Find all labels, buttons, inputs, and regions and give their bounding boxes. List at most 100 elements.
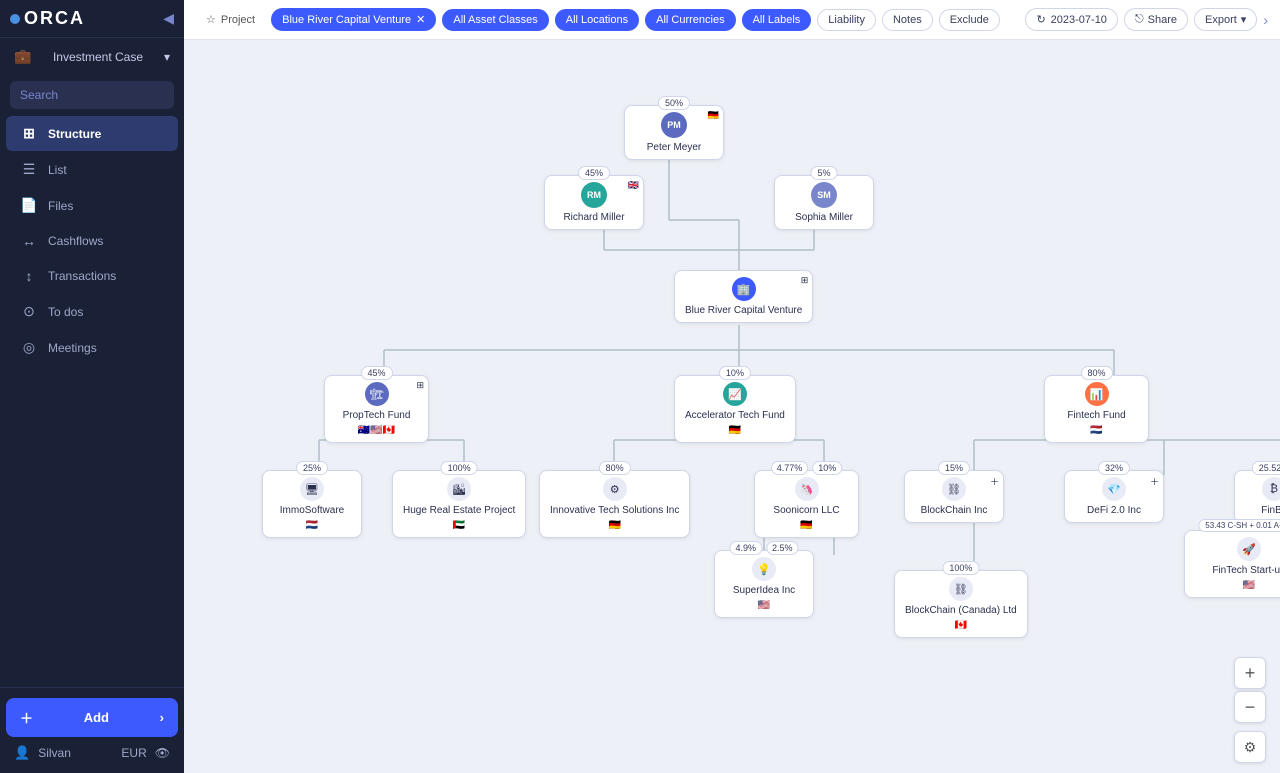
node-finbit[interactable]: 25.52% ₿ FinBit [1234, 470, 1280, 523]
fintech-flags: 🇳🇱 [1090, 425, 1102, 436]
filter-locations[interactable]: All Locations [555, 9, 639, 31]
share-button[interactable]: ⎋ Share [1124, 8, 1188, 31]
collapse-right-button[interactable]: › [1263, 12, 1268, 28]
node-accelerator[interactable]: 10% 📈 Accelerator Tech Fund 🇩🇪 [674, 375, 796, 443]
node-huge-real[interactable]: 100% 🏙 Huge Real Estate Project 🇦🇪 [392, 470, 526, 538]
filter-labels[interactable]: All Labels [742, 9, 812, 31]
innovative-flags: 🇩🇪 [608, 520, 620, 531]
label-huge-real: Huge Real Estate Project [403, 505, 515, 516]
fintech-startup-icon: 🚀 [1237, 537, 1261, 561]
label-blue-river: Blue River Capital Venture [685, 305, 802, 316]
node-defi[interactable]: 32% 💎 DeFi 2.0 Inc ＋ [1064, 470, 1164, 523]
investment-case-dropdown[interactable]: 💼 Investment Case ▾ [0, 38, 184, 75]
node-immo[interactable]: 25% 🖥 ImmoSoftware 🇳🇱 [262, 470, 362, 538]
investment-case-label: Investment Case [53, 50, 143, 64]
chevron-down-icon: ▾ [1241, 13, 1247, 26]
label-blockchain-canada: BlockChain (Canada) Ltd [905, 605, 1017, 616]
todos-icon: ⊙ [20, 303, 38, 320]
huge-real-icon: 🏙 [447, 477, 471, 501]
shares-fintech-startup: 53.43 C-SH + 0.01 A-SH [1198, 519, 1280, 532]
logo-dot [10, 14, 20, 24]
label-soonicorn: Soonicorn LLC [773, 505, 839, 516]
percent-immo: 25% [296, 461, 328, 475]
add-arrow-icon: › [160, 710, 164, 725]
node-soonicorn[interactable]: 4.77% 10% 🦄 Soonicorn LLC 🇩🇪 [754, 470, 859, 538]
label-finbit: FinBit [1261, 505, 1280, 516]
node-richard-miller[interactable]: 45% RM Richard Miller 🇬🇧 [544, 175, 644, 230]
node-blockchain-canada[interactable]: 100% ⛓ BlockChain (Canada) Ltd 🇨🇦 [894, 570, 1028, 638]
sidebar-item-label: Cashflows [48, 234, 103, 248]
node-proptech[interactable]: 45% 🏗 PropTech Fund 🇦🇺🇺🇸🇨🇦 ⊞ [324, 375, 429, 443]
expand-proptech-icon[interactable]: ⊞ [416, 380, 424, 391]
avatar-richard: RM [581, 182, 607, 208]
filter-notes[interactable]: Notes [882, 9, 933, 31]
huge-real-flags: 🇦🇪 [453, 520, 465, 531]
fintech-startup-flags: 🇺🇸 [1243, 580, 1255, 591]
percent-innovative: 80% [599, 461, 631, 475]
main-content: ☆ Project Blue River Capital Venture ✕ A… [184, 0, 1280, 773]
sidebar-item-files[interactable]: 📄 Files [6, 188, 178, 223]
percent-fintech: 80% [1080, 366, 1112, 380]
filter-currencies[interactable]: All Currencies [645, 9, 735, 31]
project-filter[interactable]: ☆ Project [196, 9, 265, 30]
filter-exclude[interactable]: Exclude [939, 9, 1000, 31]
sidebar-item-transactions[interactable]: ↕ Transactions [6, 259, 178, 293]
user-row: 👤 Silvan EUR 👁 [6, 737, 178, 763]
investment-case-icon: 💼 [14, 48, 32, 65]
share-icon: ⎋ [1135, 13, 1144, 26]
refresh-icon: ↻ [1036, 13, 1045, 26]
node-peter-meyer[interactable]: PM Peter Meyer 🇩🇪 50% [624, 105, 724, 160]
sidebar-item-todos[interactable]: ⊙ To dos [6, 294, 178, 329]
soonicorn-icon: 🦄 [795, 477, 819, 501]
node-innovative[interactable]: 80% ⚙ Innovative Tech Solutions Inc 🇩🇪 [539, 470, 690, 538]
sidebar-item-meetings[interactable]: ◎ Meetings [6, 330, 178, 365]
superidea-flags: 🇺🇸 [758, 600, 770, 611]
zoom-out-button[interactable]: − [1234, 691, 1266, 723]
label-accelerator: Accelerator Tech Fund [685, 410, 785, 421]
node-blue-river[interactable]: 🏢 Blue River Capital Venture ⊞ [674, 270, 813, 323]
search-input[interactable] [10, 81, 174, 109]
cashflows-icon: ↔ [20, 233, 38, 249]
zoom-in-button[interactable]: + [1234, 657, 1266, 689]
date-filter[interactable]: ↻ 2023-07-10 [1025, 8, 1118, 31]
accelerator-flags: 🇩🇪 [729, 425, 741, 436]
sidebar-collapse-button[interactable]: ◀ [163, 10, 174, 27]
percent-blockchain-canada: 100% [942, 561, 979, 575]
node-superidea[interactable]: 4.9% 2.5% 💡 SuperIdea Inc 🇺🇸 [714, 550, 814, 618]
filter-blue-river[interactable]: Blue River Capital Venture ✕ [271, 8, 436, 31]
export-button[interactable]: Export ▾ [1194, 8, 1257, 31]
add-button[interactable]: ＋ Add › [6, 698, 178, 737]
node-fintech-startup[interactable]: 53.43 C-SH + 0.01 A-SH 🚀 FinTech Start-u… [1184, 530, 1280, 598]
plus-blockchain-icon[interactable]: ＋ [990, 475, 999, 488]
structure-icon: ⊞ [20, 125, 38, 142]
eye-icon[interactable]: 👁 [155, 746, 170, 760]
topbar: ☆ Project Blue River Capital Venture ✕ A… [184, 0, 1280, 40]
sidebar: ORCA ◀ 💼 Investment Case ▾ ⊞ Structure ☰… [0, 0, 184, 773]
fintech-icon: 📊 [1085, 382, 1109, 406]
sidebar-item-structure[interactable]: ⊞ Structure [6, 116, 178, 151]
node-blockchain-inc[interactable]: 15% ⛓ BlockChain Inc ＋ [904, 470, 1004, 523]
node-fintech-fund[interactable]: 80% 📊 Fintech Fund 🇳🇱 [1044, 375, 1149, 443]
sidebar-header: ORCA ◀ [0, 0, 184, 38]
node-sophia-miller[interactable]: 5% SM Sophia Miller [774, 175, 874, 230]
avatar-peter-meyer: PM [661, 112, 687, 138]
filter-liability[interactable]: Liability [817, 9, 876, 31]
percent-accelerator: 10% [719, 366, 751, 380]
topbar-right: ↻ 2023-07-10 ⎋ Share Export ▾ › [1025, 8, 1268, 31]
accelerator-icon: 📈 [723, 382, 747, 406]
filter-asset-classes[interactable]: All Asset Classes [442, 9, 548, 31]
add-label: Add [84, 710, 109, 725]
label-immo: ImmoSoftware [280, 505, 344, 516]
sidebar-item-label: Files [48, 199, 73, 213]
soonicorn-flags: 🇩🇪 [800, 520, 812, 531]
canvas-filter-button[interactable]: ⚙ [1234, 731, 1266, 763]
sidebar-item-label: Transactions [48, 269, 116, 283]
sidebar-nav: ⊞ Structure ☰ List 📄 Files ↔ Cashflows ↕… [0, 115, 184, 366]
expand-icon[interactable]: ⊞ [801, 275, 809, 286]
sidebar-item-cashflows[interactable]: ↔ Cashflows [6, 224, 178, 258]
flag-de: 🇩🇪 [708, 110, 719, 121]
sidebar-item-list[interactable]: ☰ List [6, 152, 178, 187]
label-richard: Richard Miller [563, 212, 624, 223]
plus-defi-icon[interactable]: ＋ [1150, 475, 1159, 488]
sidebar-item-label: Meetings [48, 341, 97, 355]
